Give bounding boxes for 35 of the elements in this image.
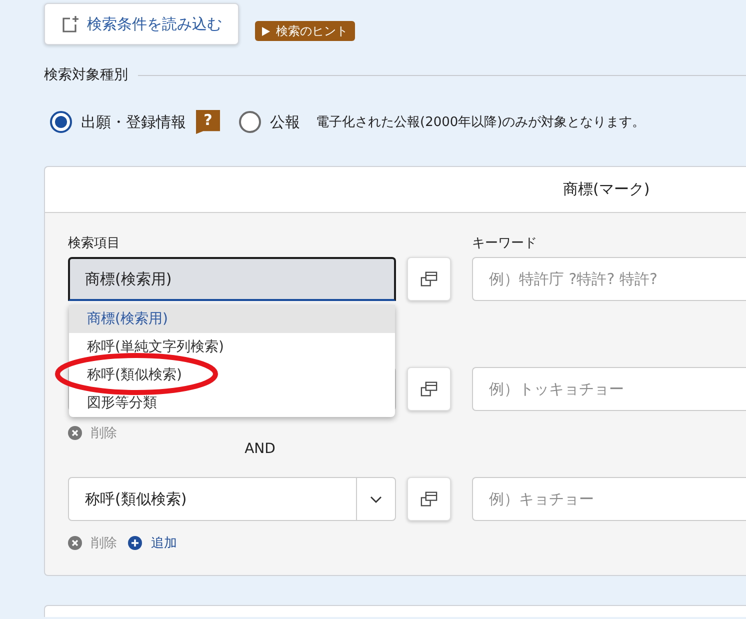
triangle-icon [262, 26, 270, 36]
overlapping-squares-icon [420, 271, 438, 287]
copy-button[interactable] [407, 477, 451, 521]
keyword-field[interactable]: 例）キョチョー [472, 477, 746, 521]
dropdown-option[interactable]: 図形等分類 [69, 389, 395, 417]
radio-label: 公報 [270, 112, 300, 132]
field-label: 検索項目 [68, 235, 121, 252]
radio-label: 出願・登録情報 [81, 112, 186, 132]
select-field[interactable]: 称呼(類似検索) [68, 477, 396, 521]
help-button[interactable]: ? [196, 110, 220, 134]
keyword-label: キーワード [472, 235, 537, 252]
overlapping-squares-icon [420, 491, 438, 507]
select-field[interactable]: 商標(検索用) [68, 257, 396, 301]
section-title: 検索対象種別 [44, 66, 128, 84]
x-circle-icon [68, 536, 82, 550]
keyword-field[interactable]: 例）トッキョチョー [472, 367, 746, 411]
operator-label: AND [244, 441, 276, 457]
dropdown-option[interactable]: 称呼(類似検索) [69, 361, 395, 389]
copy-button[interactable] [407, 257, 451, 301]
radio-button[interactable] [50, 111, 72, 133]
load-conditions-button[interactable]: 検索条件を読み込む [44, 3, 239, 45]
radio-button[interactable] [239, 111, 261, 133]
dropdown-option[interactable]: 称呼(単純文字列検索) [69, 333, 395, 361]
plus-circle-icon [128, 536, 142, 550]
keyword-field[interactable]: 例）特許庁 ?特許? 特許? [472, 257, 746, 301]
add-link[interactable]: 追加 [128, 534, 177, 552]
note-text: 電子化された公報(2000年以降)のみが対象となります。 [316, 114, 646, 131]
dropdown-option[interactable]: 商標(検索用) [69, 305, 395, 333]
card-title: 商標(マーク) [563, 180, 650, 199]
overlapping-squares-icon [420, 381, 438, 397]
chevron-down-icon [370, 496, 382, 502]
copy-button[interactable] [407, 367, 451, 411]
hint-link[interactable]: 検索のヒント [255, 21, 355, 41]
square-plus-icon [61, 15, 79, 33]
x-circle-icon [68, 426, 82, 440]
